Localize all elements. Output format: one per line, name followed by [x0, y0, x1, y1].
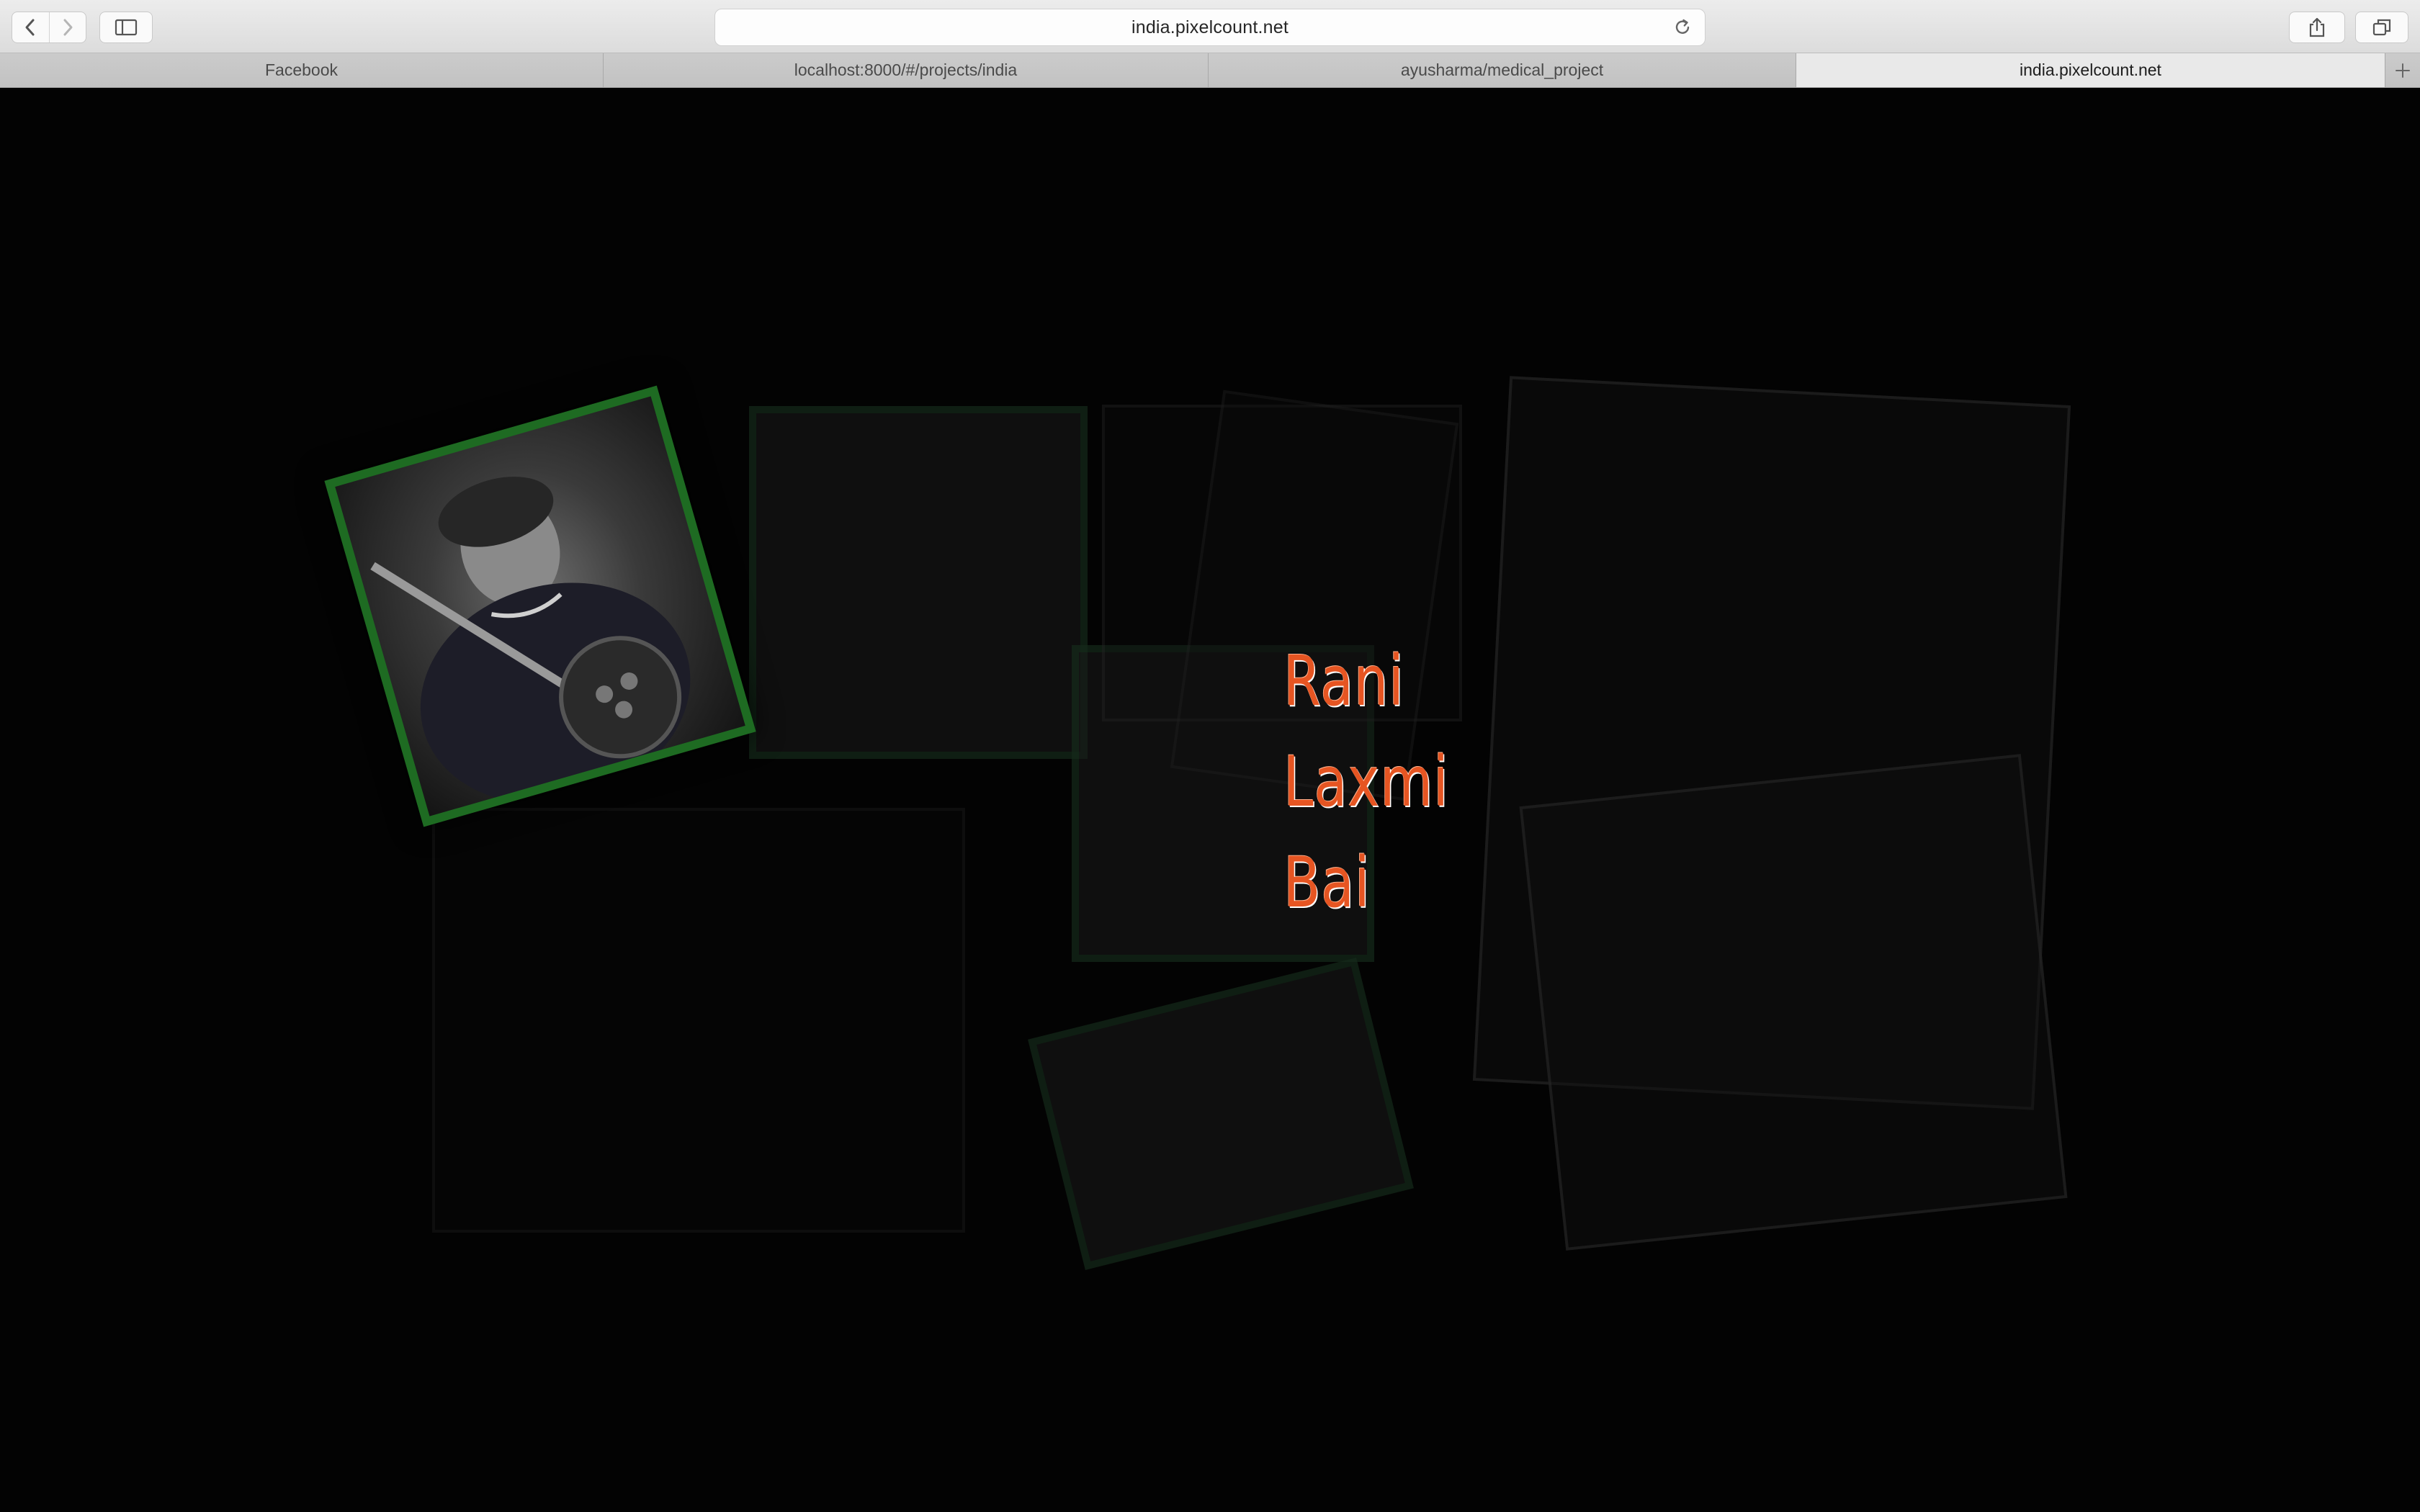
plus-icon [2396, 63, 2410, 78]
chevron-right-icon [63, 19, 73, 36]
browser-toolbar: india.pixelcount.net [0, 0, 2420, 53]
share-icon [2309, 17, 2325, 37]
url-text: india.pixelcount.net [1131, 17, 1289, 37]
reload-icon[interactable] [1672, 17, 1693, 38]
collage-photo[interactable] [432, 808, 965, 1233]
featured-portrait-image [335, 396, 745, 816]
tab-medical-project[interactable]: ayusharma/medical_project [1209, 53, 1796, 87]
chevron-left-icon [25, 19, 35, 36]
tab-facebook[interactable]: Facebook [0, 53, 604, 87]
tabs-overview-button[interactable] [2355, 12, 2408, 43]
sidebar-button[interactable] [99, 12, 153, 43]
share-button[interactable] [2289, 12, 2345, 43]
tabs-overview-icon [2372, 19, 2391, 36]
tab-bar: Facebook localhost:8000/#/projects/india… [0, 53, 2420, 88]
portrait-illustration [370, 477, 691, 804]
page-content [0, 88, 2420, 1512]
tab-label: ayusharma/medical_project [1400, 60, 1604, 79]
featured-name-line-3: Bai [1283, 842, 1371, 923]
collage-photo[interactable] [1028, 958, 1414, 1270]
collage-photo[interactable] [1519, 754, 2068, 1251]
address-bar[interactable]: india.pixelcount.net [714, 9, 1706, 46]
sidebar-icon [115, 19, 138, 36]
browser-window: india.pixelcount.net Facebook localhost: [0, 0, 2420, 1512]
tab-label: india.pixelcount.net [2020, 60, 2161, 79]
featured-name-line-1: Rani [1283, 641, 1404, 721]
tab-india-pixelcount[interactable]: india.pixelcount.net [1796, 53, 2385, 87]
back-button[interactable] [12, 12, 50, 42]
new-tab-button[interactable] [2385, 53, 2420, 87]
featured-name-line-2: Laxmi [1283, 742, 1449, 822]
collage-photo[interactable] [749, 406, 1088, 759]
featured-portrait-frame[interactable] [324, 385, 756, 827]
navigation-buttons [12, 12, 86, 43]
tab-label: Facebook [264, 60, 338, 79]
tab-label: localhost:8000/#/projects/india [794, 60, 1018, 79]
forward-button[interactable] [50, 12, 86, 42]
tab-localhost-projects-india[interactable]: localhost:8000/#/projects/india [604, 53, 1209, 87]
